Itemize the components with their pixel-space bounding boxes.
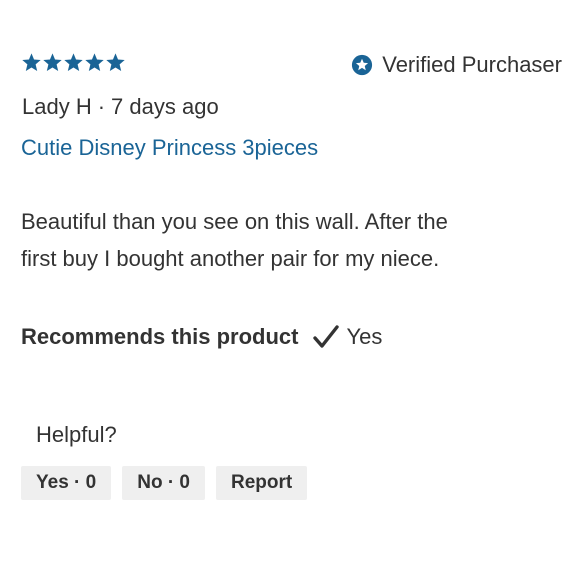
star-rating	[21, 52, 126, 73]
report-button[interactable]: Report	[216, 466, 308, 500]
star-icon	[21, 52, 42, 73]
checkmark-icon	[312, 323, 340, 351]
helpful-label: Helpful?	[36, 422, 117, 447]
review-body: Beautiful than you see on this wall. Aft…	[21, 203, 541, 277]
review-card: Verified Purchaser Lady H · 7 days ago Cut…	[0, 0, 580, 580]
star-icon	[63, 52, 84, 73]
helpful-actions: Yes · 0 No · 0 Report	[21, 466, 308, 500]
star-icon	[105, 52, 126, 73]
review-meta: Lady H · 7 days ago	[22, 93, 219, 121]
star-icon	[84, 52, 105, 73]
meta-separator: ·	[97, 94, 106, 119]
author-name: Lady H	[22, 94, 92, 119]
recommends-value: Yes	[346, 324, 383, 349]
verified-purchaser-label: Verified Purchaser	[382, 52, 562, 77]
posted-date: 7 days ago	[111, 94, 219, 119]
star-badge-icon	[351, 54, 373, 76]
helpful-yes-button[interactable]: Yes · 0	[21, 466, 112, 500]
recommends-label: Recommends this product	[21, 324, 299, 349]
review-body-line: Beautiful than you see on this wall. Aft…	[21, 209, 448, 234]
helpful-no-button[interactable]: No · 0	[122, 466, 205, 500]
recommends-row: Recommends this product Yes	[21, 322, 382, 352]
star-icon	[42, 52, 63, 73]
review-body-line: first buy I bought another pair for my n…	[21, 246, 440, 271]
review-title-link[interactable]: Cutie Disney Princess 3pieces	[21, 134, 318, 162]
verified-purchaser-badge: Verified Purchaser	[351, 52, 562, 78]
